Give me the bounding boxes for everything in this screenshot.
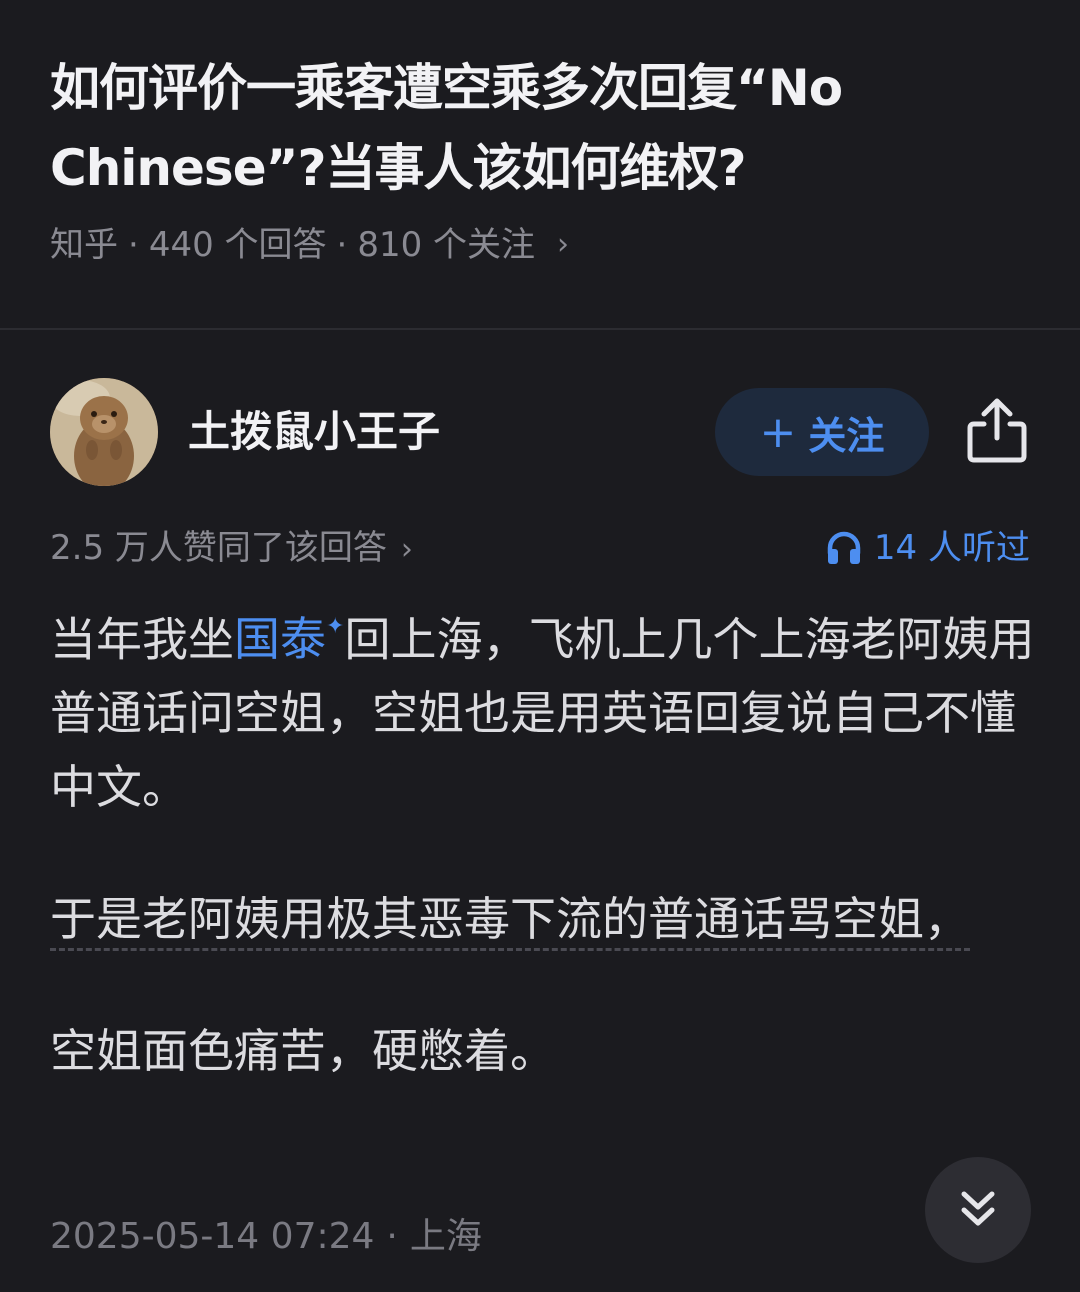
- scroll-down-button[interactable]: [925, 1157, 1031, 1263]
- answer-paragraph: 空姐面色痛苦，硬憋着。: [50, 1024, 556, 1079]
- text-span: 当年我坐: [50, 612, 234, 667]
- avatar[interactable]: [50, 378, 158, 486]
- meta-separator: ·: [128, 225, 139, 265]
- meta-separator: ·: [386, 1216, 398, 1257]
- follow-button[interactable]: + 关注: [715, 388, 929, 476]
- meta-separator: ·: [336, 225, 348, 265]
- listen-count[interactable]: 14 人听过: [826, 520, 1030, 576]
- follower-count: 810 个关注: [357, 225, 536, 265]
- groundhog-avatar-icon: [50, 378, 158, 486]
- author-row: 土拨鼠小王子 + 关注: [50, 378, 1030, 488]
- chevron-right-icon: ›: [557, 227, 570, 262]
- chevron-right-icon: ›: [400, 532, 413, 567]
- agree-count[interactable]: 2.5 万人赞同了该回答 ›: [50, 520, 413, 578]
- plus-icon: +: [759, 406, 797, 458]
- follow-label: 关注: [808, 413, 885, 458]
- question-title[interactable]: 如何评价一乘客遭空乘多次回复“No Chinese”?当事人该如何维权?: [50, 48, 1040, 208]
- stats-row: 2.5 万人赞同了该回答 › 14 人听过: [50, 520, 1030, 576]
- answer-paragraph: 当年我坐国泰✦回上海，飞机上几个上海老阿姨用普通话问空姐，空姐也是用英语回复说自…: [50, 596, 1035, 824]
- double-chevron-down-icon: [961, 1191, 995, 1226]
- headphones-icon: [827, 531, 861, 564]
- sparkle-icon: ✦: [326, 614, 345, 639]
- divider: [0, 328, 1080, 330]
- airline-link[interactable]: 国泰✦: [234, 612, 344, 666]
- author-name[interactable]: 土拨鼠小王子: [188, 402, 440, 462]
- annotated-text[interactable]: 于是老阿姨用极其恶毒下流的普通话骂空姐，: [50, 892, 970, 952]
- answer-paragraph: 于是老阿姨用极其恶毒下流的普通话骂空姐，: [50, 882, 1035, 956]
- answer-location: 上海: [409, 1216, 482, 1257]
- agree-text: 2.5 万人赞同了该回答: [50, 528, 387, 568]
- listen-text: 14 人听过: [873, 528, 1030, 568]
- answer-count: 440 个回答: [148, 225, 327, 265]
- question-meta[interactable]: 知乎 · 440 个回答 · 810 个关注 ›: [50, 220, 1040, 270]
- question-header: 如何评价一乘客遭空乘多次回复“No Chinese”?当事人该如何维权? 知乎 …: [50, 48, 1040, 270]
- answer-timestamp: 2025-05-14 07:24 · 上海: [50, 1210, 482, 1264]
- question-source: 知乎: [50, 225, 118, 265]
- share-button[interactable]: [964, 396, 1030, 466]
- link-text: 国泰: [234, 612, 326, 667]
- answer-content: 当年我坐国泰✦回上海，飞机上几个上海老阿姨用普通话问空姐，空姐也是用英语回复说自…: [50, 596, 1035, 1088]
- share-icon: [967, 398, 1027, 463]
- answer-date: 2025-05-14 07:24: [50, 1216, 375, 1257]
